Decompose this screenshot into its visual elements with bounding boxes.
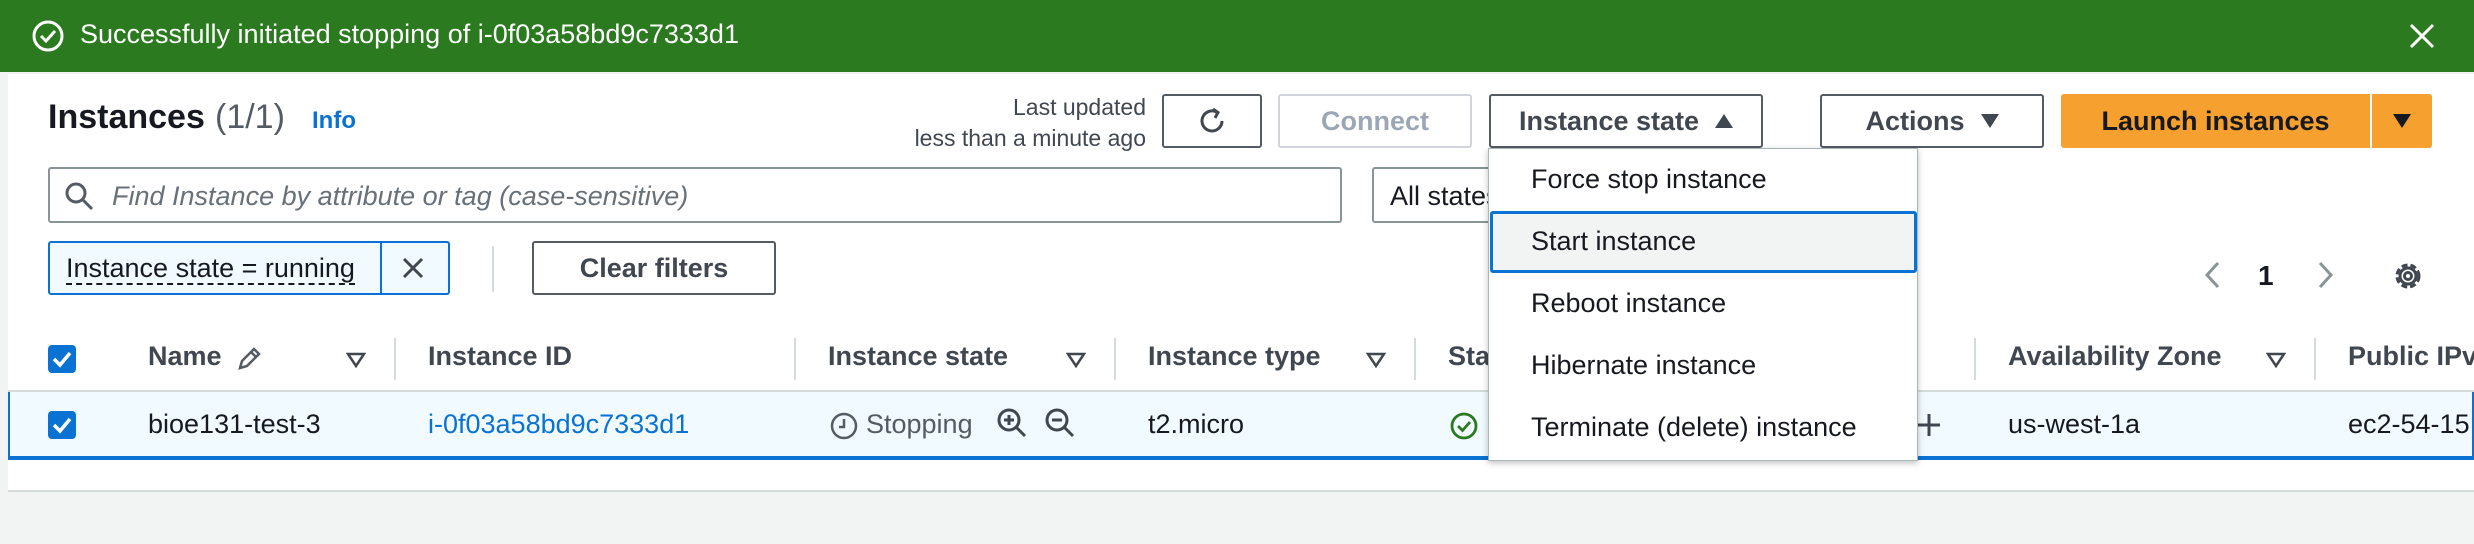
actions-button[interactable]: Actions bbox=[1820, 94, 2044, 148]
launch-instances-button[interactable]: Launch instances bbox=[2061, 94, 2370, 148]
row-checkbox[interactable] bbox=[48, 411, 76, 439]
sort-icon[interactable] bbox=[2266, 352, 2286, 368]
zoom-in-icon[interactable] bbox=[995, 406, 1029, 440]
search-icon bbox=[65, 182, 94, 211]
flash-message: Successfully initiated stopping of i-0f0… bbox=[80, 19, 739, 49]
sort-icon[interactable] bbox=[1066, 352, 1086, 368]
column-header-availability-zone[interactable]: Availability Zone bbox=[2008, 341, 2222, 372]
page-title: Instances bbox=[48, 98, 205, 136]
checkmark-icon bbox=[52, 417, 72, 434]
filter-divider bbox=[492, 246, 494, 292]
clear-filters-button[interactable]: Clear filters bbox=[532, 241, 776, 295]
refresh-button[interactable] bbox=[1162, 94, 1262, 148]
chevron-right-icon[interactable] bbox=[2312, 258, 2338, 292]
actions-label: Actions bbox=[1865, 105, 1965, 136]
clear-filters-label: Clear filters bbox=[579, 252, 729, 283]
cell-name: bioe131-test-3 bbox=[148, 409, 321, 439]
filter-token: Instance state = running bbox=[48, 241, 450, 295]
column-divider bbox=[394, 338, 396, 380]
close-icon[interactable] bbox=[2404, 18, 2440, 54]
connect-label: Connect bbox=[1321, 105, 1429, 136]
sort-icon[interactable] bbox=[1366, 352, 1386, 368]
gear-icon[interactable] bbox=[2388, 256, 2428, 296]
caret-down-icon bbox=[2393, 114, 2411, 128]
last-updated-label: Last updated bbox=[1012, 94, 1146, 120]
add-icon[interactable] bbox=[1914, 410, 1944, 440]
column-header-name[interactable]: Name bbox=[148, 341, 222, 372]
cell-public-dns: ec2-54-15 bbox=[2348, 409, 2470, 439]
connect-button[interactable]: Connect bbox=[1278, 94, 1472, 148]
column-divider bbox=[2314, 338, 2316, 380]
menu-item-start[interactable]: Start instance bbox=[1531, 226, 1696, 257]
zoom-out-icon[interactable] bbox=[1043, 406, 1077, 440]
cell-instance-id-link[interactable]: i-0f03a58bd9c7333d1 bbox=[428, 409, 689, 440]
last-updated-value: less than a minute ago bbox=[914, 125, 1146, 151]
search-box bbox=[48, 167, 1342, 223]
page-number[interactable]: 1 bbox=[2258, 260, 2274, 292]
states-filter-select[interactable]: All states bbox=[1372, 167, 1492, 223]
instance-count: (1/1) bbox=[215, 98, 285, 136]
success-flash-bar: Successfully initiated stopping of i-0f0… bbox=[0, 0, 2474, 72]
chevron-left-icon[interactable] bbox=[2200, 258, 2226, 292]
cell-instance-type: t2.micro bbox=[1148, 409, 1245, 439]
last-updated-text: Last updated less than a minute ago bbox=[880, 92, 1146, 154]
row-border bbox=[8, 458, 2474, 460]
menu-item-reboot[interactable]: Reboot instance bbox=[1531, 288, 1726, 319]
status-ok-icon bbox=[1450, 412, 1478, 440]
close-icon bbox=[402, 257, 424, 279]
menu-item-terminate[interactable]: Terminate (delete) instance bbox=[1531, 412, 1857, 443]
instance-state-button[interactable]: Instance state bbox=[1489, 94, 1763, 148]
menu-item-force-stop[interactable]: Force stop instance bbox=[1531, 164, 1767, 195]
column-divider bbox=[794, 338, 796, 380]
column-header-status-check[interactable]: Sta bbox=[1448, 341, 1490, 372]
caret-down-icon bbox=[1980, 114, 1999, 128]
column-header-public-ipv4[interactable]: Public IPv bbox=[2348, 341, 2474, 372]
cell-availability-zone: us-west-1a bbox=[2008, 409, 2141, 439]
column-divider bbox=[1974, 338, 1976, 380]
checkmark-icon bbox=[52, 351, 72, 368]
clock-icon bbox=[830, 412, 858, 440]
select-all-checkbox[interactable] bbox=[48, 345, 76, 373]
column-divider bbox=[1114, 338, 1116, 380]
filter-token-text: Instance state = running bbox=[66, 253, 355, 285]
column-divider bbox=[1414, 338, 1416, 380]
cell-instance-state: Stopping bbox=[866, 409, 973, 439]
instance-state-label: Instance state bbox=[1518, 105, 1700, 136]
remove-filter-button[interactable] bbox=[380, 243, 444, 293]
refresh-icon bbox=[1200, 107, 1224, 133]
details-split-panel bbox=[8, 490, 2474, 544]
caret-up-icon bbox=[1715, 114, 1734, 128]
column-header-instance-state[interactable]: Instance state bbox=[828, 341, 1008, 372]
success-check-circle-icon bbox=[32, 20, 64, 52]
search-input[interactable] bbox=[110, 175, 1324, 217]
launch-instances-label: Launch instances bbox=[2101, 105, 2330, 136]
launch-options-button[interactable] bbox=[2372, 94, 2432, 148]
column-header-instance-id[interactable]: Instance ID bbox=[428, 341, 572, 372]
menu-item-hibernate[interactable]: Hibernate instance bbox=[1531, 350, 1756, 381]
info-link[interactable]: Info bbox=[312, 107, 356, 135]
sort-icon[interactable] bbox=[346, 352, 366, 368]
pencil-icon bbox=[238, 347, 261, 370]
filter-token-label[interactable]: Instance state = running bbox=[50, 243, 380, 293]
column-header-instance-type[interactable]: Instance type bbox=[1148, 341, 1321, 372]
